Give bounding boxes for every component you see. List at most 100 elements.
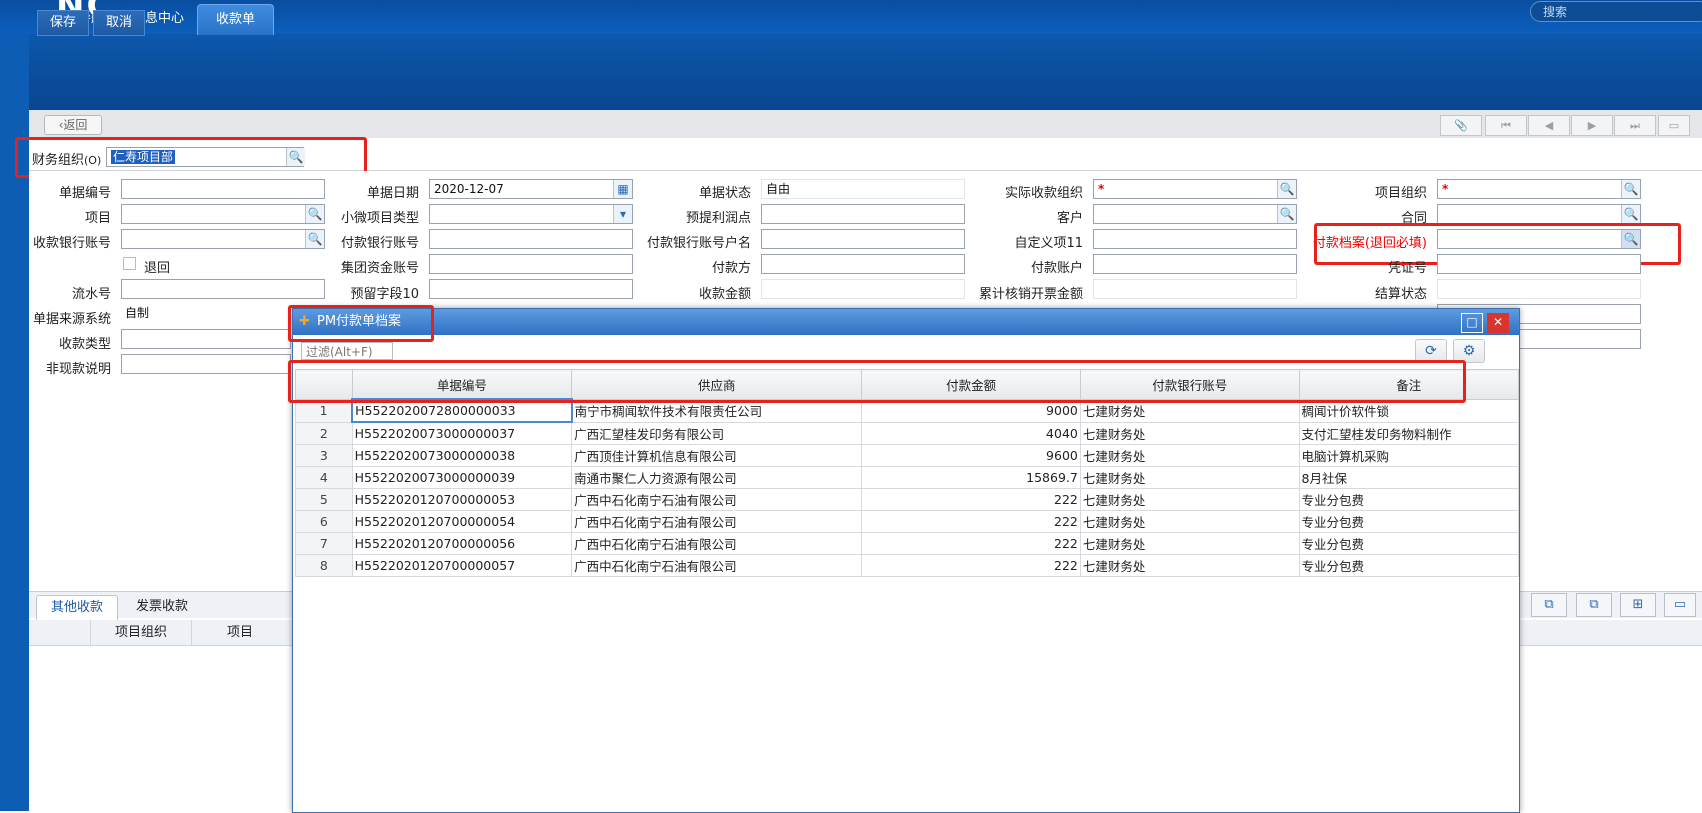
col-project-org: 项目组织: [90, 620, 192, 645]
prev-record-icon[interactable]: ◀: [1528, 115, 1570, 136]
tab-invoice-receipt[interactable]: 发票收款: [122, 595, 202, 619]
noncash-note-field[interactable]: [121, 354, 291, 374]
paste-icon[interactable]: ⧉: [1576, 593, 1612, 617]
copy-icon[interactable]: ⧉: [1531, 593, 1567, 617]
table-row[interactable]: 2 H5522020073000000037 广西汇望桂发印务有限公司 4040 七建财…: [295, 421, 1520, 445]
close-icon[interactable]: ✕: [1487, 313, 1509, 333]
micro-project-type-select[interactable]: [429, 204, 633, 224]
memo-cell: 专业分包费: [1298, 488, 1520, 511]
return-checkbox[interactable]: [123, 257, 136, 270]
label-settle-status: 结算状态: [1374, 287, 1427, 302]
row-number: 7: [295, 532, 353, 555]
bank-cell: 七建财务处: [1079, 532, 1300, 555]
bill-status-value: 自由: [761, 179, 965, 199]
memo-cell: 支付汇望桂发印务物料制作: [1298, 421, 1520, 445]
table-row[interactable]: 3 H5522020073000000038 广西顶佳计算机信息有限公司 9600 七建…: [295, 444, 1520, 467]
row-number: 4: [295, 466, 353, 489]
chevron-down-icon[interactable]: ▾: [613, 205, 632, 223]
supplier-cell: 广西中石化南宁石油有限公司: [571, 488, 863, 511]
table-row[interactable]: 4 H5522020073000000039 南通市聚仁人力资源有限公司 15869.…: [295, 466, 1520, 489]
actual-org-search-icon[interactable]: 🔍: [1277, 180, 1296, 198]
label-project-org: 项目组织: [1374, 186, 1427, 201]
profit-point-field[interactable]: [761, 204, 965, 224]
grid-icon[interactable]: ⊞: [1620, 593, 1656, 617]
table-row[interactable]: 8 H5522020120700000057 广西中石化南宁石油有限公司 222 七建财…: [295, 554, 1520, 577]
tab-receipt[interactable]: 收款单: [197, 4, 275, 35]
bill-no-field[interactable]: [121, 179, 325, 199]
first-record-icon[interactable]: ⏮: [1485, 115, 1527, 136]
pay-bank-name-field[interactable]: [761, 229, 965, 249]
bill-no-cell: H5522020120700000053: [351, 488, 573, 511]
supplier-cell: 广西中石化南宁石油有限公司: [571, 532, 863, 555]
label-pay-account: 付款账户: [1030, 261, 1083, 276]
highlight-dialog-title: [288, 305, 434, 342]
label-return: 退回: [144, 261, 171, 276]
global-search-input[interactable]: 搜索: [1530, 1, 1702, 22]
invoice-total-field: [1093, 279, 1297, 299]
receive-bank-field[interactable]: [121, 229, 325, 249]
source-system-value: 自制: [121, 304, 291, 324]
serial-no-field[interactable]: [121, 279, 325, 299]
highlight-table-header: [288, 360, 1466, 403]
customer-search-icon[interactable]: 🔍: [1277, 205, 1296, 223]
label-group-fund: 集团资金账号: [340, 261, 419, 276]
contract-field[interactable]: [1437, 204, 1641, 224]
cancel-button[interactable]: 取消: [93, 10, 146, 36]
bill-no-cell: H5522020073000000037: [351, 421, 573, 445]
bill-date-field[interactable]: 2020-12-07: [429, 179, 633, 199]
project-org-search-icon[interactable]: 🔍: [1621, 180, 1640, 198]
voucher-no-field[interactable]: [1437, 254, 1641, 274]
label-pay-bank: 付款银行账号: [340, 236, 419, 251]
tab-other-receipt[interactable]: 其他收款: [36, 595, 119, 620]
group-fund-field[interactable]: [429, 254, 633, 274]
row-number: 2: [295, 421, 353, 445]
label-serial-no: 流水号: [71, 287, 111, 302]
pay-bank-field[interactable]: [429, 229, 633, 249]
window-icon[interactable]: ▭: [1664, 593, 1696, 617]
table-row[interactable]: 5 H5522020120700000053 广西中石化南宁石油有限公司 222 七建财…: [295, 488, 1520, 511]
customer-field[interactable]: [1093, 204, 1297, 224]
filter-input[interactable]: 过滤(Alt+F): [301, 342, 393, 360]
back-button[interactable]: ‹返回: [44, 115, 102, 135]
bank-cell: 七建财务处: [1079, 466, 1300, 489]
maximize-icon[interactable]: □: [1461, 313, 1483, 333]
save-button[interactable]: 保存: [37, 10, 90, 36]
dialog-title-bar[interactable]: ✚ PM付款单档案: [293, 309, 1519, 335]
contract-search-icon[interactable]: 🔍: [1621, 205, 1640, 223]
pay-account-field[interactable]: [1093, 254, 1297, 274]
calendar-icon[interactable]: ▦: [613, 180, 632, 198]
actual-org-field[interactable]: *: [1093, 179, 1297, 199]
receive-bank-search-icon[interactable]: 🔍: [305, 230, 324, 248]
amount-cell: 222: [861, 510, 1081, 533]
custom11-field[interactable]: [1093, 229, 1297, 249]
window-icon[interactable]: ▭: [1658, 115, 1690, 136]
tab-bar: [29, 34, 1702, 68]
last-record-icon[interactable]: ⏭: [1614, 115, 1656, 136]
project-search-icon[interactable]: 🔍: [305, 205, 324, 223]
attachment-icon[interactable]: 📎: [1440, 115, 1482, 136]
memo-cell: 专业分包费: [1298, 554, 1520, 577]
bank-cell: 七建财务处: [1079, 444, 1300, 467]
receive-type-field[interactable]: [121, 329, 291, 349]
label-bill-date: 单据日期: [366, 186, 419, 201]
supplier-cell: 南通市聚仁人力资源有限公司: [571, 466, 863, 489]
memo-cell: 电脑计算机采购: [1298, 444, 1520, 467]
amount-cell: 222: [861, 532, 1081, 555]
project-field[interactable]: [121, 204, 325, 224]
table-row[interactable]: 6 H5522020120700000054 广西中石化南宁石油有限公司 222 七建财…: [295, 510, 1520, 533]
payer-field[interactable]: [761, 254, 965, 274]
reserve10-field[interactable]: [429, 279, 633, 299]
label-actual-org: 实际收款组织: [1004, 186, 1083, 201]
project-org-field[interactable]: *: [1437, 179, 1641, 199]
memo-cell: 8月社保: [1298, 466, 1520, 489]
label-bill-status: 单据状态: [698, 186, 751, 201]
row-number: 8: [295, 554, 353, 577]
col-project: 项目: [226, 625, 253, 640]
row-number: 6: [295, 510, 353, 533]
table-row[interactable]: 7 H5522020120700000056 广西中石化南宁石油有限公司 222 七建财…: [295, 532, 1520, 555]
label-reserve10: 预留字段10: [350, 287, 419, 302]
settle-status-field: [1437, 279, 1641, 299]
next-record-icon[interactable]: ▶: [1571, 115, 1613, 136]
bill-no-cell: H5522020120700000056: [351, 532, 573, 555]
memo-cell: 专业分包费: [1298, 510, 1520, 533]
